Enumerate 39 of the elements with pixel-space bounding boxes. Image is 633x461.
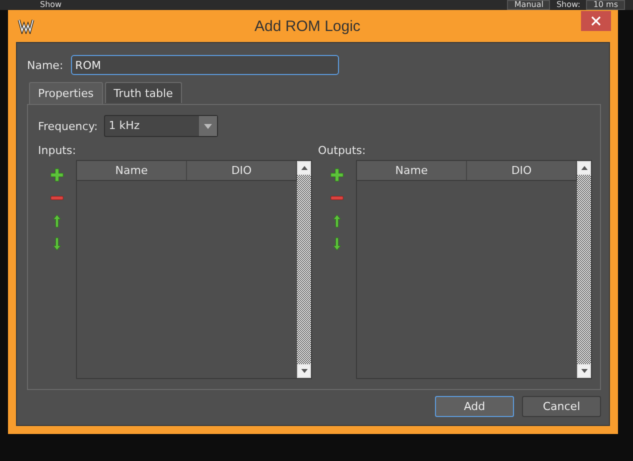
down-arrow-icon (330, 237, 344, 251)
scrollbar[interactable] (297, 161, 311, 378)
window-title: Add ROM Logic (254, 18, 362, 34)
column-header[interactable]: Name (357, 161, 467, 180)
up-arrow-icon (330, 214, 344, 228)
add-icon (50, 168, 64, 182)
add-button[interactable] (328, 166, 346, 184)
frequency-label: Frequency: (38, 120, 98, 132)
close-button[interactable] (581, 11, 611, 31)
scroll-up-button[interactable] (297, 161, 311, 175)
show-label: Show: (556, 0, 580, 10)
dialog-button[interactable]: Add (435, 396, 514, 417)
scroll-up-button[interactable] (577, 161, 591, 175)
tab[interactable]: Truth table (104, 82, 182, 103)
scroll-down-button[interactable] (577, 364, 591, 378)
up-triangle-icon (300, 166, 308, 170)
section-label: Inputs: (38, 144, 77, 157)
show-field[interactable]: 10 ms (586, 0, 625, 10)
down-arrow-icon (50, 237, 64, 251)
toolbar-label[interactable]: Show (40, 0, 62, 10)
tab[interactable]: Properties (29, 82, 103, 104)
name-field[interactable]: ROM (71, 55, 340, 75)
frequency-dropdown[interactable]: 1 kHz (104, 115, 218, 137)
down-triangle-icon (300, 369, 308, 373)
name-label: Name: (27, 58, 64, 72)
add-button[interactable] (48, 166, 66, 184)
up-triangle-icon (580, 166, 588, 170)
mode-dropdown[interactable]: Manual (507, 0, 550, 10)
close-icon (591, 16, 601, 26)
dialog-button[interactable]: Cancel (522, 396, 601, 417)
up-arrow-icon (50, 214, 64, 228)
down-triangle-icon (580, 369, 588, 373)
logo-icon (18, 18, 34, 34)
column-header[interactable]: Name (77, 161, 187, 180)
section-label: Outputs: (318, 144, 367, 157)
dropdown-arrow-icon (204, 124, 212, 128)
scroll-down-button[interactable] (297, 364, 311, 378)
add-icon (330, 168, 344, 182)
scrollbar[interactable] (577, 161, 591, 378)
